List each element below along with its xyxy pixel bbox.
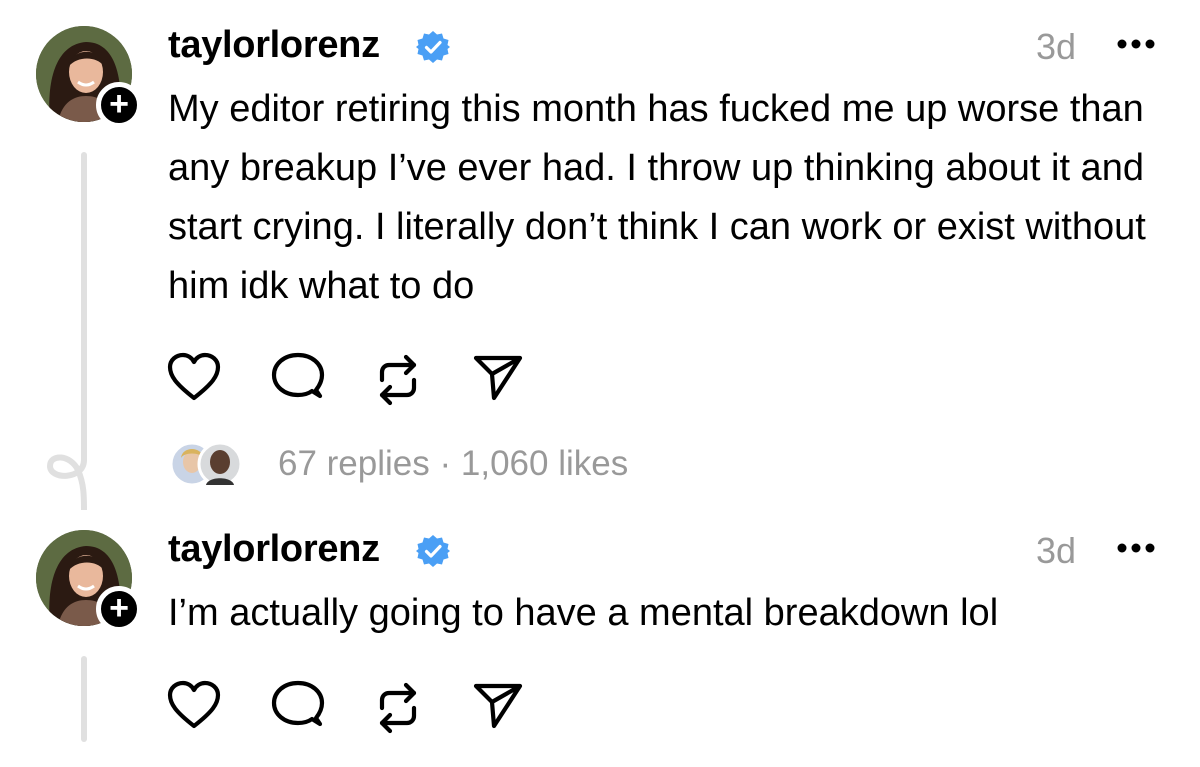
thread-post-2: + taylorlorenz 3d I’m actually going to … [0,0,1200,767]
post-text: I’m actually going to have a mental brea… [168,592,999,634]
send-icon[interactable] [470,680,526,730]
thread-line [81,656,87,742]
follow-plus-icon[interactable]: + [96,586,142,632]
comment-icon[interactable] [270,680,326,730]
repost-icon[interactable] [370,680,426,736]
heart-icon[interactable] [166,680,222,730]
more-horizontal-icon[interactable] [1116,542,1156,554]
post-time: 3d [1035,530,1076,571]
username[interactable]: taylorlorenz [168,528,380,571]
verified-badge-icon [416,535,450,567]
